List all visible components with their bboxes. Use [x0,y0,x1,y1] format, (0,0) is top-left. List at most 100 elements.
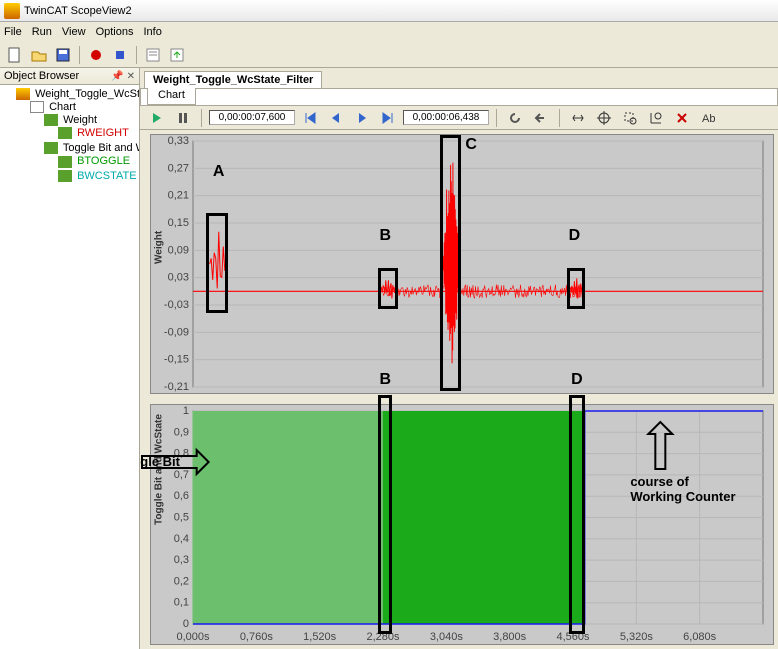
menu-view[interactable]: View [62,26,86,38]
menu-options[interactable]: Options [96,26,134,38]
step-back-button[interactable] [325,107,347,129]
tree-channel-bwcstate[interactable]: BWCSTATE [58,169,137,183]
chart-toolbar: 0,00:00:07,600 0,00:00:06,438 Abc [140,106,778,130]
zoom-box-button[interactable] [619,107,641,129]
refresh-button[interactable] [504,107,526,129]
plot-toggle-canvas: 00,10,20,30,40,50,60,70,80,910,000s0,760… [151,405,773,644]
svg-text:0,9: 0,9 [174,426,189,438]
tree-ch3-label: BWCSTATE [77,170,136,182]
autoscale-button[interactable]: Abc [697,107,719,129]
save-button[interactable] [52,44,74,66]
svg-text:Abc: Abc [702,113,715,125]
plot-weight-canvas: -0,21 -0,15 -0,09 -0,03 0,03 0,09 0,15 0,21 0,27… [151,135,773,393]
toolbar-separator [559,109,560,127]
svg-text:0,760s: 0,760s [240,631,274,643]
svg-text:0,1: 0,1 [174,597,189,609]
svg-text:0,03: 0,03 [168,272,189,284]
tree-chart[interactable]: Chart Weight RWEIGHT [30,100,137,185]
document-tabstrip: Weight_Toggle_WcState_Filter [140,68,778,88]
svg-text:0: 0 [183,618,189,630]
skip-end-button[interactable] [377,107,399,129]
plot-weight[interactable]: Weight -0,21-0,15-0,09-0,030,030,090,150… [150,134,774,394]
play-button[interactable] [146,107,168,129]
tree-root-label: Weight_Toggle_WcState_Filter [35,88,139,100]
pause-button[interactable] [172,107,194,129]
time-position-2[interactable]: 0,00:00:06,438 [403,110,489,125]
menu-bar: File Run View Options Info [0,22,778,42]
tree-ch1-label: RWEIGHT [77,127,129,139]
tree-chart-label: Chart [49,101,76,113]
svg-text:-0,09: -0,09 [164,326,189,338]
svg-text:-0,15: -0,15 [164,354,189,366]
panel-header: Object Browser 📌 ✕ [0,68,139,85]
tree-axis1-label: Weight [63,114,97,126]
pan-x-button[interactable] [567,107,589,129]
scope-icon [16,88,30,100]
properties-button[interactable] [142,44,164,66]
plot-toggle[interactable]: Toggle Bit and WcState 00,10,20,30,40,50… [150,404,774,645]
menu-file[interactable]: File [4,26,22,38]
svg-text:3,040s: 3,040s [430,631,464,643]
svg-text:6,080s: 6,080s [683,631,717,643]
step-fwd-button[interactable] [351,107,373,129]
record-button[interactable] [85,44,107,66]
app-icon [4,3,20,19]
object-browser-panel: Object Browser 📌 ✕ Weight_Toggle_WcState… [0,68,140,649]
svg-text:0,3: 0,3 [174,554,189,566]
menu-run[interactable]: Run [32,26,52,38]
tree-ch2-label: BTOGGLE [77,155,130,167]
svg-text:0,15: 0,15 [168,217,189,229]
main-area: Object Browser 📌 ✕ Weight_Toggle_WcState… [0,68,778,649]
pin-icon[interactable]: 📌 [111,71,123,82]
export-button[interactable] [166,44,188,66]
panel-title-text: Object Browser [4,70,79,82]
svg-text:0,7: 0,7 [174,469,189,481]
svg-text:3,800s: 3,800s [493,631,527,643]
menu-info[interactable]: Info [144,26,162,38]
new-button[interactable] [4,44,26,66]
tree-channel-btoggle[interactable]: BTOGGLE [58,154,137,168]
content-area: Weight_Toggle_WcState_Filter Chart 0,00:… [140,68,778,649]
clear-button[interactable] [671,107,693,129]
tab-chart[interactable]: Chart [147,88,196,105]
svg-text:0,33: 0,33 [168,135,189,147]
svg-text:0,4: 0,4 [174,533,189,545]
svg-text:1: 1 [183,405,189,417]
main-toolbar [0,42,778,68]
svg-text:4,560s: 4,560s [556,631,590,643]
stop-button[interactable] [109,44,131,66]
svg-text:0,09: 0,09 [168,244,189,256]
chart-area: Weight -0,21-0,15-0,09-0,030,030,090,150… [140,130,778,649]
view-tabstrip: Chart [140,88,778,106]
tree-axis-toggle[interactable]: Toggle Bit and WcState BTOGGLE [44,141,137,183]
skip-start-button[interactable] [299,107,321,129]
tree-channel-rweight[interactable]: RWEIGHT [58,126,137,140]
svg-text:-0,21: -0,21 [164,381,189,393]
svg-text:0,21: 0,21 [168,190,189,202]
channel-icon [58,127,72,139]
svg-text:0,27: 0,27 [168,162,189,174]
svg-text:5,320s: 5,320s [620,631,654,643]
object-tree[interactable]: Weight_Toggle_WcState_Filter Chart Weigh… [0,85,139,649]
time-position-1[interactable]: 0,00:00:07,600 [209,110,295,125]
undo-zoom-button[interactable] [530,107,552,129]
channel-icon [58,170,72,182]
toolbar-separator [201,109,202,127]
tree-root[interactable]: Weight_Toggle_WcState_Filter Chart Weigh… [16,87,137,186]
open-button[interactable] [28,44,50,66]
toolbar-separator [496,109,497,127]
svg-text:-0,03: -0,03 [164,299,189,311]
tree-axis-weight[interactable]: Weight RWEIGHT [44,113,137,141]
zoom-xy-button[interactable] [645,107,667,129]
toolbar-separator [136,46,137,64]
svg-text:1,520s: 1,520s [303,631,337,643]
tree-axis2-label: Toggle Bit and WcState [63,142,139,154]
close-panel-icon[interactable]: ✕ [127,71,135,82]
chart-icon [30,101,44,113]
svg-text:0,000s: 0,000s [176,631,210,643]
crosshair-button[interactable] [593,107,615,129]
svg-text:0,2: 0,2 [174,575,189,587]
document-tab[interactable]: Weight_Toggle_WcState_Filter [144,71,322,88]
window-title: TwinCAT ScopeView2 [24,5,132,17]
axis-icon [44,114,58,126]
